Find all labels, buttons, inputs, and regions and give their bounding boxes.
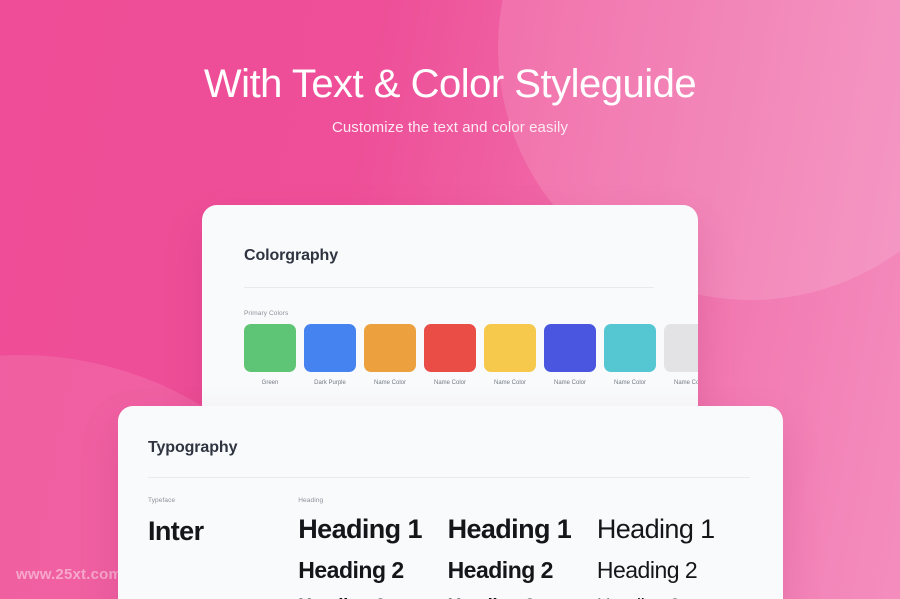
heading-sample: Heading 1 bbox=[298, 514, 422, 544]
heading-sample: Heading 1 bbox=[596, 514, 715, 544]
heading-list-regular: Heading 1Heading 2Heading 3 bbox=[597, 516, 750, 599]
colorgraphy-divider bbox=[244, 287, 654, 288]
heading-label-spacer bbox=[448, 497, 597, 507]
heading-sample: Heading 2 bbox=[298, 557, 404, 583]
typeface-column: Typeface Inter bbox=[148, 497, 298, 599]
swatch-label: Name Color bbox=[433, 380, 466, 386]
typography-divider bbox=[148, 477, 750, 478]
swatch-label: Name Color bbox=[373, 380, 406, 386]
color-swatch[interactable]: Green bbox=[244, 324, 296, 386]
color-swatch[interactable]: Dark Purple bbox=[304, 324, 356, 386]
typography-title: Typography bbox=[148, 439, 238, 456]
color-swatch[interactable]: Name Color bbox=[484, 324, 536, 386]
page-header: With Text & Color Styleguide Customize t… bbox=[0, 62, 900, 136]
swatch-label: Name Color bbox=[493, 380, 526, 386]
color-swatch[interactable]: Name Color bbox=[544, 324, 596, 386]
primary-colors-label: Primary Colors bbox=[244, 310, 289, 317]
heading-list-bold: Heading 1Heading 2Heading 3 bbox=[298, 516, 447, 599]
primary-colors-block: Primary Colors Green Dark Purple Name Colo… bbox=[244, 310, 698, 386]
colorgraphy-title: Colorgraphy bbox=[244, 247, 339, 264]
swatch-chip[interactable] bbox=[544, 324, 596, 372]
heading-column-semibold: Heading 1Heading 2Heading 3 bbox=[448, 497, 597, 599]
heading-sample: Heading 2 bbox=[596, 557, 698, 583]
swatch-chip[interactable] bbox=[664, 324, 698, 372]
page-title: With Text & Color Styleguide bbox=[203, 62, 697, 106]
swatch-chip[interactable] bbox=[604, 324, 656, 372]
swatch-label: Name Color bbox=[553, 380, 586, 386]
styleguide-poster: With Text & Color Styleguide Customize t… bbox=[0, 0, 900, 599]
swatch-label: Name Color bbox=[613, 380, 646, 386]
swatch-label: Name Color bbox=[673, 380, 698, 386]
typography-card: Typography Typeface Inter Heading Headin… bbox=[118, 406, 783, 599]
swatch-chip[interactable] bbox=[364, 324, 416, 372]
typeface-name: Inter bbox=[148, 516, 204, 546]
swatch-chip[interactable] bbox=[304, 324, 356, 372]
heading-sample: Heading 1 bbox=[447, 514, 572, 544]
heading-column-regular: Heading 1Heading 2Heading 3 bbox=[597, 497, 750, 599]
heading-label: Heading bbox=[298, 497, 324, 504]
swatch-chip[interactable] bbox=[244, 324, 296, 372]
site-watermark: www.25xt.com bbox=[16, 566, 123, 583]
color-swatch[interactable]: Name Color bbox=[664, 324, 698, 386]
swatch-label: Green bbox=[261, 380, 279, 386]
swatch-chip[interactable] bbox=[484, 324, 536, 372]
swatch-chip[interactable] bbox=[424, 324, 476, 372]
color-swatch[interactable]: Name Color bbox=[424, 324, 476, 386]
heading-column-bold: Heading Heading 1Heading 2Heading 3 bbox=[298, 497, 447, 599]
color-swatch[interactable]: Name Color bbox=[364, 324, 416, 386]
color-swatch[interactable]: Name Color bbox=[604, 324, 656, 386]
page-subtitle: Customize the text and color easily bbox=[331, 118, 569, 136]
heading-label-spacer-2 bbox=[597, 497, 750, 507]
heading-list-semibold: Heading 1Heading 2Heading 3 bbox=[448, 516, 597, 599]
typeface-label: Typeface bbox=[148, 497, 176, 504]
swatch-label: Dark Purple bbox=[314, 380, 346, 386]
color-swatch-row: Green Dark Purple Name Color Name Color Name… bbox=[244, 324, 698, 386]
heading-sample: Heading 2 bbox=[447, 557, 554, 583]
